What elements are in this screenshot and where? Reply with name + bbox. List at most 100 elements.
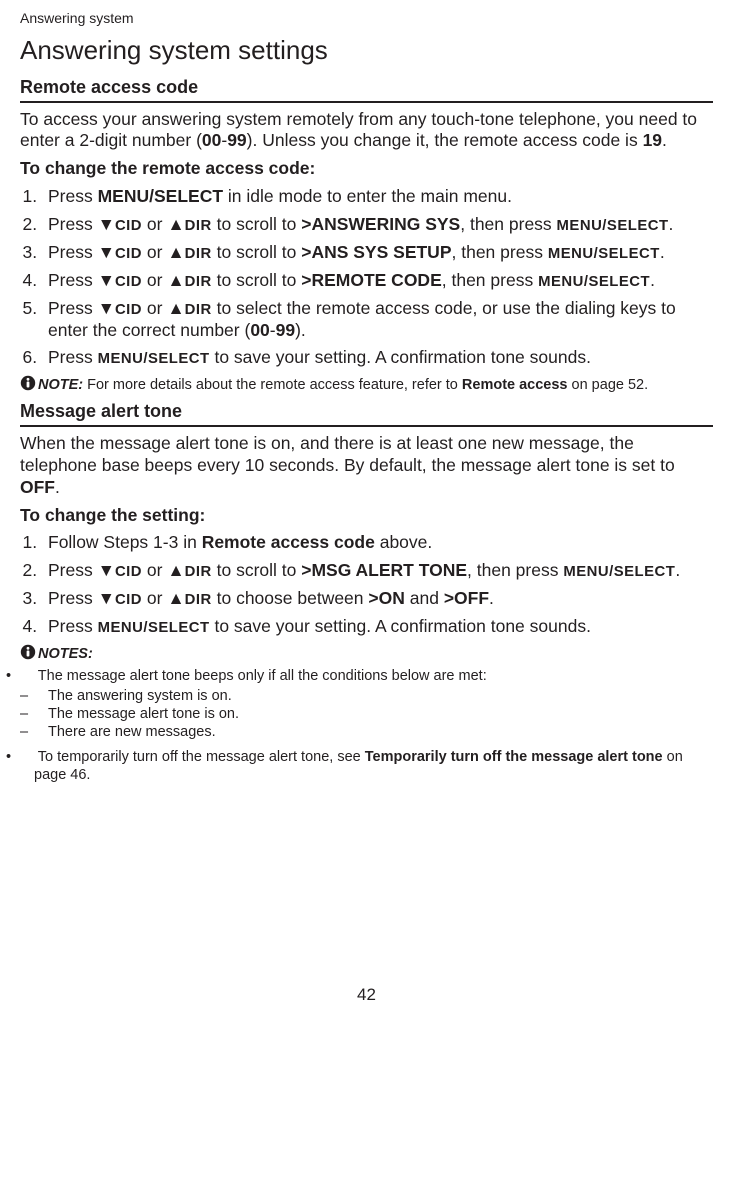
text-bold: 99 <box>276 320 295 340</box>
remote-steps: Press MENU/SELECT in idle mode to enter … <box>20 186 713 369</box>
text: in idle mode to enter the main menu. <box>223 186 512 206</box>
text: or <box>142 560 167 580</box>
alert-intro: When the message alert tone is on, and t… <box>20 433 713 499</box>
text-bold: >OFF <box>444 588 489 608</box>
down-arrow-icon: ▼ <box>98 242 115 262</box>
up-arrow-icon: ▲ <box>167 214 184 234</box>
text: The message alert tone is on. <box>48 706 239 722</box>
alert-notes: NOTES: The message alert tone beeps only… <box>20 644 713 784</box>
text: ). Unless you change it, the remote acce… <box>247 130 643 150</box>
text: To temporarily turn off the message aler… <box>38 749 365 765</box>
text: Press <box>48 616 98 636</box>
alert-steps: Follow Steps 1-3 in Remote access code a… <box>20 532 713 638</box>
key-dir: DIR <box>185 592 212 608</box>
text-bold: Remote access <box>462 377 568 393</box>
text-bold: 00 <box>250 320 269 340</box>
remote-note: NOTE: For more details about the remote … <box>20 375 713 394</box>
down-arrow-icon: ▼ <box>98 298 115 318</box>
text-bold: OFF <box>20 477 55 497</box>
text: The answering system is on. <box>48 688 232 704</box>
step-3: Press ▼CID or ▲DIR to scroll to >ANS SYS… <box>42 242 713 264</box>
text: Press <box>48 242 98 262</box>
text: Press <box>48 270 98 290</box>
text: to save your setting. A confirmation ton… <box>210 616 591 636</box>
info-icon <box>20 375 36 391</box>
text: to scroll to <box>212 560 301 580</box>
remote-intro: To access your answering system remotely… <box>20 109 713 153</box>
notes-label: NOTES: <box>38 646 93 662</box>
key-menu-select: MENU/SELECT <box>557 218 669 234</box>
key-menu-select: MENU/SELECT <box>98 620 210 636</box>
text: . <box>660 242 665 262</box>
alert-change-heading: To change the setting: <box>20 505 713 527</box>
text: . <box>669 214 674 234</box>
step-4: Press ▼CID or ▲DIR to scroll to >REMOTE … <box>42 270 713 292</box>
text: Press <box>48 214 98 234</box>
text: . <box>675 560 680 580</box>
key-menu-select: MENU/SELECT <box>563 564 675 580</box>
note-label: NOTE: <box>38 377 83 393</box>
text: There are new messages. <box>48 724 216 740</box>
step-2: Press ▼CID or ▲DIR to scroll to >MSG ALE… <box>42 560 713 582</box>
text: . <box>55 477 60 497</box>
text-bold: >REMOTE CODE <box>301 270 442 290</box>
text: Press <box>48 298 98 318</box>
note-bullet-1: The message alert tone beeps only if all… <box>20 667 713 742</box>
key-cid: CID <box>115 218 142 234</box>
down-arrow-icon: ▼ <box>98 214 115 234</box>
text-bold: >ANS SYS SETUP <box>301 242 451 262</box>
text: or <box>142 214 167 234</box>
up-arrow-icon: ▲ <box>167 588 184 608</box>
text: Press <box>48 347 98 367</box>
info-icon <box>20 644 36 660</box>
text: , then press <box>452 242 548 262</box>
step-4: Press MENU/SELECT to save your setting. … <box>42 616 713 638</box>
step-1: Follow Steps 1-3 in Remote access code a… <box>42 532 713 554</box>
step-1: Press MENU/SELECT in idle mode to enter … <box>42 186 713 208</box>
text: Press <box>48 560 98 580</box>
note-sub-2: The message alert tone is on. <box>34 705 713 723</box>
text: . <box>489 588 494 608</box>
text-bold: MENU/SELECT <box>98 186 223 206</box>
key-cid: CID <box>115 592 142 608</box>
key-dir: DIR <box>185 564 212 580</box>
key-dir: DIR <box>185 218 212 234</box>
text: on page 52. <box>568 377 649 393</box>
key-menu-select: MENU/SELECT <box>538 274 650 290</box>
alert-heading: Message alert tone <box>20 400 713 427</box>
step-3: Press ▼CID or ▲DIR to choose between >ON… <box>42 588 713 610</box>
text: For more details about the remote access… <box>83 377 462 393</box>
key-cid: CID <box>115 302 142 318</box>
text-bold: >ON <box>368 588 404 608</box>
text: or <box>142 242 167 262</box>
text: or <box>142 588 167 608</box>
up-arrow-icon: ▲ <box>167 270 184 290</box>
text: Press <box>48 588 98 608</box>
text: ). <box>295 320 306 340</box>
key-cid: CID <box>115 246 142 262</box>
up-arrow-icon: ▲ <box>167 298 184 318</box>
text-bold: >MSG ALERT TONE <box>301 560 467 580</box>
text: to scroll to <box>212 270 301 290</box>
step-5: Press ▼CID or ▲DIR to select the remote … <box>42 298 713 342</box>
text: or <box>142 298 167 318</box>
key-dir: DIR <box>185 246 212 262</box>
step-6: Press MENU/SELECT to save your setting. … <box>42 347 713 369</box>
down-arrow-icon: ▼ <box>98 270 115 290</box>
text-bold: Temporarily turn off the message alert t… <box>365 749 663 765</box>
page-number: 42 <box>20 984 713 1005</box>
key-menu-select: MENU/SELECT <box>98 351 210 367</box>
down-arrow-icon: ▼ <box>98 560 115 580</box>
remote-change-heading: To change the remote access code: <box>20 158 713 180</box>
text: , then press <box>460 214 556 234</box>
text-bold: >ANSWERING SYS <box>301 214 460 234</box>
note-sub-3: There are new messages. <box>34 723 713 741</box>
note-bullet-2: To temporarily turn off the message aler… <box>20 748 713 784</box>
text: The message alert tone beeps only if all… <box>38 668 487 684</box>
key-dir: DIR <box>185 302 212 318</box>
text-bold: 99 <box>227 130 246 150</box>
text: Press <box>48 186 98 206</box>
text: . <box>662 130 667 150</box>
key-dir: DIR <box>185 274 212 290</box>
text: to scroll to <box>212 214 301 234</box>
